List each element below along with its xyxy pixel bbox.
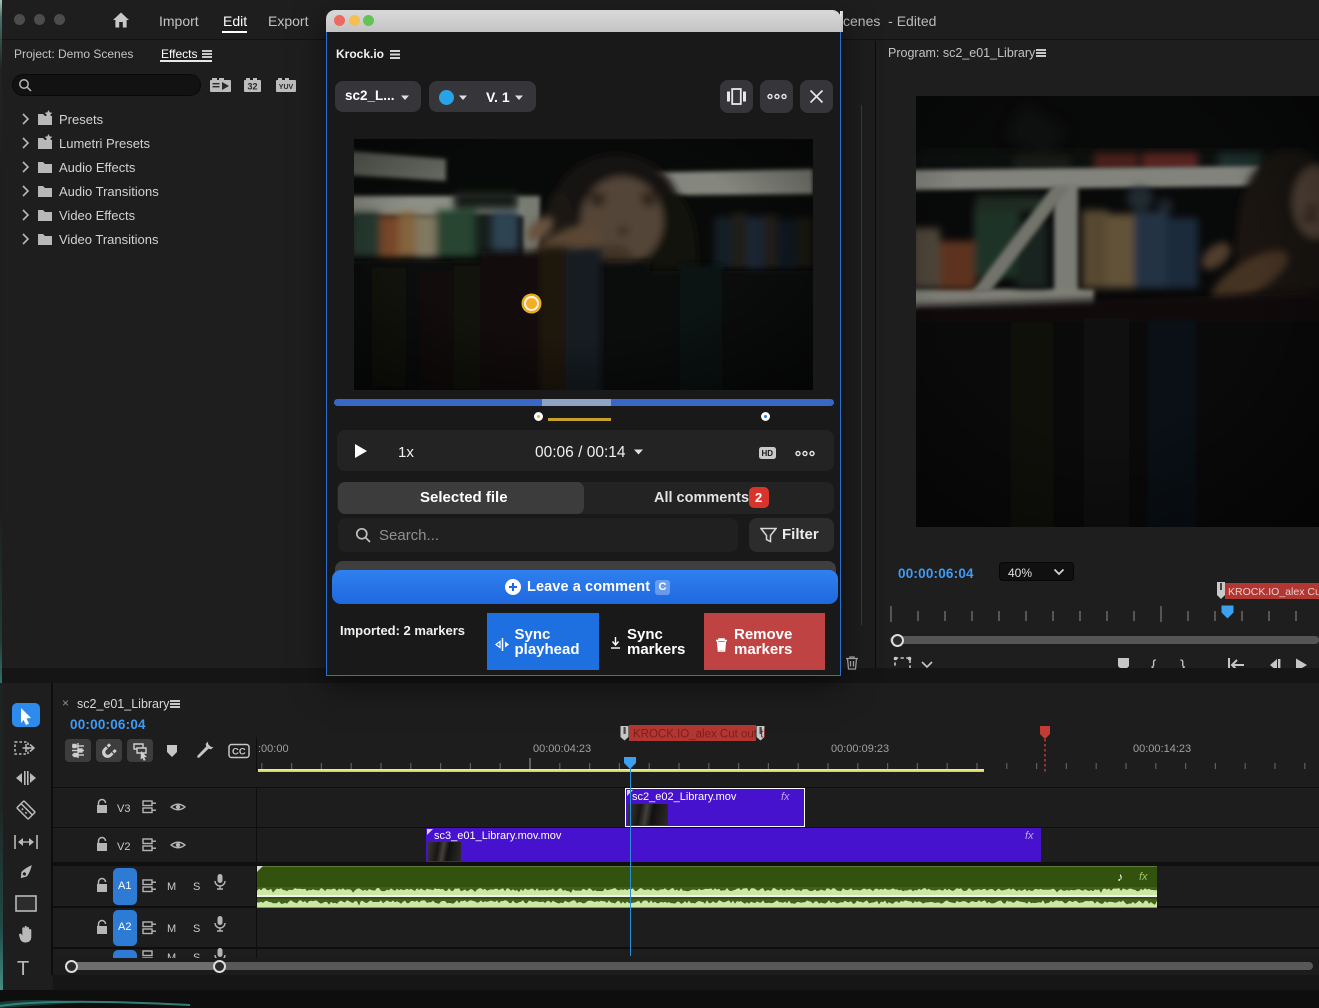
- svg-text:V3: V3: [117, 803, 130, 815]
- svg-text:Presets: Presets: [59, 112, 104, 127]
- svg-text:KROCK.IO_alex Cut out th: KROCK.IO_alex Cut out th: [633, 729, 765, 741]
- svg-text:32: 32: [247, 82, 257, 92]
- svg-text:Lumetri Presets: Lumetri Presets: [59, 136, 151, 151]
- svg-text:YUV: YUV: [279, 84, 294, 91]
- svg-text:S: S: [193, 923, 200, 935]
- svg-text:M: M: [167, 923, 176, 935]
- svg-text:T: T: [17, 958, 29, 980]
- svg-text:V2: V2: [117, 841, 130, 853]
- svg-text:Audio Effects: Audio Effects: [59, 160, 136, 175]
- svg-text:S: S: [193, 881, 200, 893]
- svg-text:M: M: [167, 881, 176, 893]
- svg-text:Audio Transitions: Audio Transitions: [59, 184, 159, 199]
- svg-text:Video Transitions: Video Transitions: [59, 232, 159, 247]
- svg-text:Video Effects: Video Effects: [59, 208, 136, 223]
- svg-text:CC: CC: [232, 747, 246, 758]
